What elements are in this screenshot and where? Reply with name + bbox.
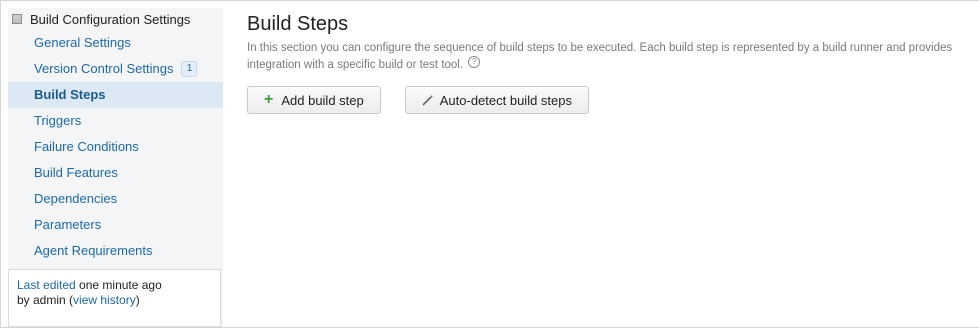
sidebar-item-build-steps[interactable]: Build Steps xyxy=(8,82,223,108)
sidebar-item-agent-requirements[interactable]: Agent Requirements xyxy=(8,238,223,264)
sidebar-item-build-features[interactable]: Build Features xyxy=(8,160,223,186)
sidebar-item-parameters[interactable]: Parameters xyxy=(8,212,223,238)
help-icon[interactable]: ? xyxy=(468,56,481,68)
sidebar-item-label: Failure Conditions xyxy=(34,139,139,154)
sidebar-item-failure-conditions[interactable]: Failure Conditions xyxy=(8,134,223,160)
sidebar-nav: General Settings Version Control Setting… xyxy=(8,30,223,264)
magic-wand-icon xyxy=(422,94,434,106)
view-history-link[interactable]: view history xyxy=(73,293,136,307)
section-description: In this section you can configure the se… xyxy=(247,40,977,74)
sidebar-item-label: General Settings xyxy=(34,35,131,50)
main-content: Build Steps In this section you can conf… xyxy=(247,8,977,114)
sidebar-item-version-control-settings[interactable]: Version Control Settings 1 xyxy=(8,56,223,82)
last-edited-by: by admin ( xyxy=(17,293,74,307)
last-edited-close: ) xyxy=(135,293,140,307)
last-edited-time: one minute ago xyxy=(75,278,162,292)
settings-sidebar: Build Configuration Settings General Set… xyxy=(8,8,223,327)
description-text: In this section you can configure the se… xyxy=(247,42,953,71)
button-row: + Add build step Auto-detect build steps xyxy=(247,86,977,114)
sidebar-item-label: Dependencies xyxy=(34,191,118,206)
last-edited-box: Last edited one minute ago by admin (vie… xyxy=(8,269,221,327)
settings-grid-icon xyxy=(12,14,22,24)
count-badge: 1 xyxy=(181,61,198,77)
add-build-step-label: Add build step xyxy=(281,92,364,108)
last-edited-link[interactable]: Last edited xyxy=(17,278,76,292)
sidebar-item-triggers[interactable]: Triggers xyxy=(8,108,223,134)
sidebar-item-general-settings[interactable]: General Settings xyxy=(8,30,223,56)
sidebar-header[interactable]: Build Configuration Settings xyxy=(8,8,223,30)
sidebar-item-dependencies[interactable]: Dependencies xyxy=(8,186,223,212)
auto-detect-build-steps-button[interactable]: Auto-detect build steps xyxy=(404,86,589,114)
plus-icon: + xyxy=(264,91,274,108)
add-build-step-button[interactable]: + Add build step xyxy=(247,86,381,114)
sidebar-item-label: Triggers xyxy=(34,113,82,128)
sidebar-item-label: Agent Requirements xyxy=(34,243,153,258)
sidebar-item-label: Build Steps xyxy=(34,87,106,102)
sidebar-item-label: Build Features xyxy=(34,165,118,180)
auto-detect-label: Auto-detect build steps xyxy=(439,92,572,108)
sidebar-item-label: Parameters xyxy=(34,217,102,232)
page-title: Build Steps xyxy=(247,13,349,35)
sidebar-header-label: Build Configuration Settings xyxy=(30,11,191,27)
sidebar-item-label: Version Control Settings xyxy=(34,61,174,76)
